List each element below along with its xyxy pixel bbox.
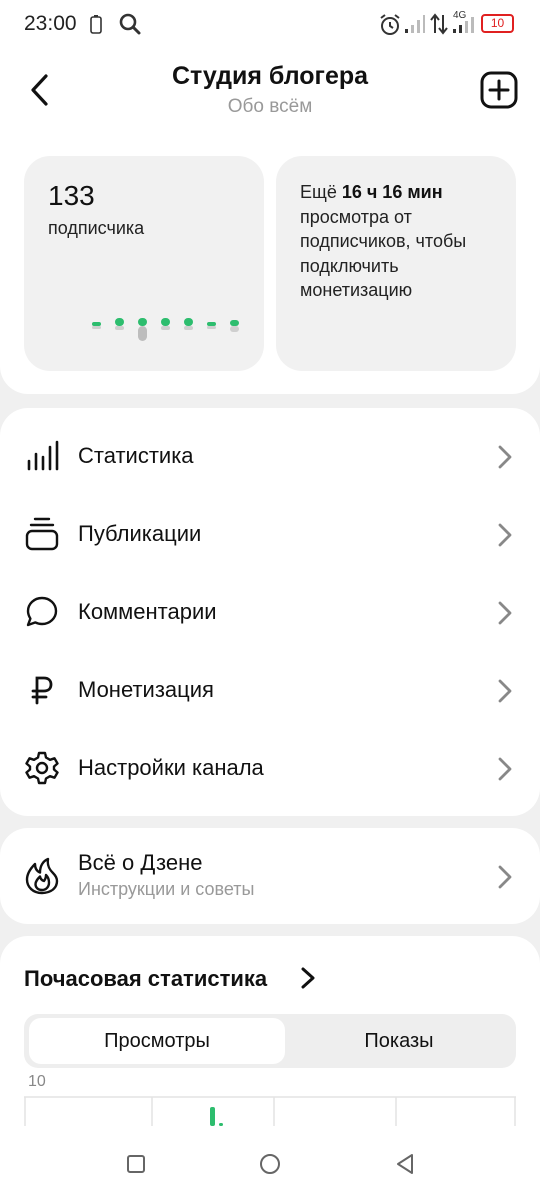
signal-icon: [405, 15, 425, 33]
tab-views[interactable]: Просмотры: [29, 1018, 285, 1064]
alarm-icon: [380, 14, 400, 35]
subscribers-count: 133: [48, 180, 95, 211]
chart-y-max-label: 10: [28, 1073, 46, 1090]
data-arrows-icon: [430, 13, 448, 35]
metric-switcher: Просмотры Показы: [24, 1014, 516, 1068]
status-time: 23:00: [24, 12, 77, 35]
bar-chart-icon: [27, 440, 59, 471]
zen-info-item[interactable]: Всё о Дзене Инструкции и советы: [0, 828, 540, 924]
stack-icon: [25, 517, 59, 551]
status-bar: 23:00 4G 10: [0, 0, 540, 48]
menu-label-publications: Публикации: [78, 521, 202, 546]
comment-icon: [26, 596, 58, 627]
system-nav-bar: [0, 1126, 540, 1200]
menu-item-channel-settings[interactable]: Настройки канала: [0, 730, 540, 808]
menu-label-statistics: Статистика: [78, 443, 194, 468]
chevron-right-icon: [498, 445, 512, 469]
monetization-description: просмотра от подписчиков, чтобы подключи…: [300, 206, 467, 301]
battery-outline-icon: [90, 15, 102, 34]
monetization-prefix: Ещё: [300, 182, 342, 202]
signal-4g-icon: [453, 17, 474, 33]
chevron-right-icon: [498, 601, 512, 625]
recents-square-icon[interactable]: [122, 1150, 150, 1178]
app-header: Студия блогера Обо всём: [0, 48, 540, 140]
subscribers-label: подписчика: [48, 218, 145, 238]
menu-label-monetization: Монетизация: [78, 677, 214, 702]
search-icon: [119, 13, 141, 35]
monetization-card[interactable]: Ещё 16 ч 16 мин просмотра от подписчиков…: [276, 156, 516, 371]
tab-impressions[interactable]: Показы: [282, 1018, 516, 1064]
summary-section: 133 подписчика Ещё 16 ч 16 мин просмотра…: [0, 140, 540, 394]
chevron-right-icon: [498, 757, 512, 781]
page-title: Студия блогера: [171, 62, 369, 90]
menu-label-comments: Комментарии: [78, 599, 217, 624]
zen-title: Всё о Дзене: [78, 850, 203, 875]
battery-icon: 10: [481, 14, 514, 33]
subscribers-card[interactable]: 133 подписчика: [24, 156, 264, 371]
gear-icon: [25, 751, 59, 785]
menu-item-publications[interactable]: Публикации: [0, 496, 540, 574]
menu-item-statistics[interactable]: Статистика: [0, 418, 540, 496]
flame-icon: [25, 857, 59, 895]
zen-subtitle: Инструкции и советы: [78, 879, 255, 899]
ruble-icon: [31, 676, 53, 705]
studio-menu: Статистика Публикации Комментарии Монети…: [0, 408, 540, 816]
menu-item-monetization[interactable]: Монетизация: [0, 652, 540, 730]
back-triangle-icon[interactable]: [392, 1150, 420, 1178]
menu-item-comments[interactable]: Комментарии: [0, 574, 540, 652]
monetization-time: 16 ч 16 мин: [341, 182, 443, 202]
chevron-right-icon: [498, 523, 512, 547]
page-subtitle: Обо всём: [227, 96, 313, 117]
chart-bar: [210, 1107, 215, 1126]
add-square-icon[interactable]: [479, 70, 519, 110]
hourly-chart: [24, 1096, 516, 1126]
monetization-text: Ещё 16 ч 16 мин просмотра от подписчиков…: [300, 180, 500, 303]
sparkline-icon: [92, 318, 239, 341]
chevron-right-icon: [498, 679, 512, 703]
battery-level: 10: [490, 16, 505, 30]
chevron-right-icon: [498, 865, 512, 889]
menu-label-channel-settings: Настройки канала: [78, 755, 264, 780]
home-circle-icon[interactable]: [256, 1150, 284, 1178]
hourly-stats-title[interactable]: Почасовая статистика: [24, 966, 267, 992]
chevron-right-icon[interactable]: [298, 966, 318, 990]
